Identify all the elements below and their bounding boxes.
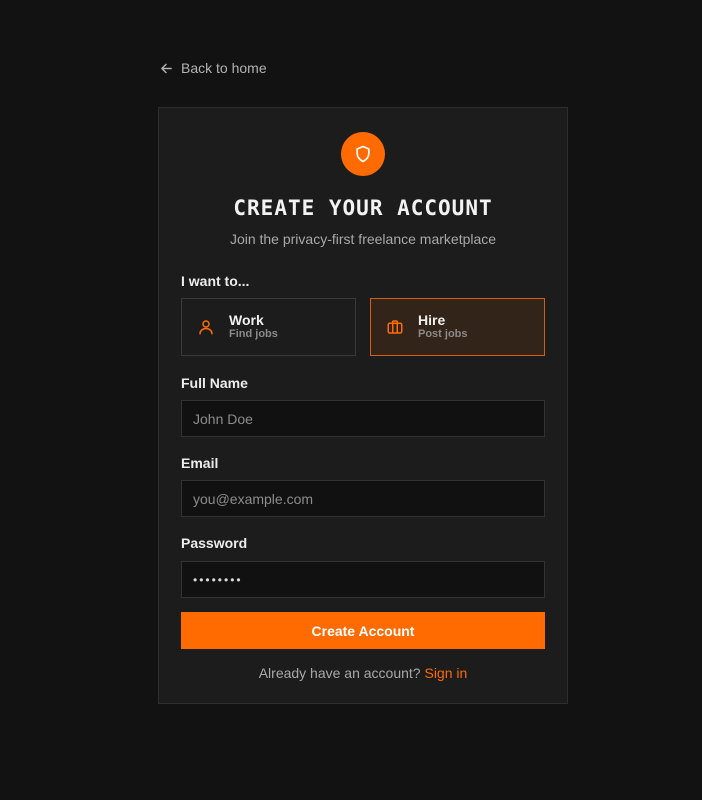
role-option-title: Hire (418, 312, 446, 328)
email-label: Email (181, 455, 219, 471)
arrow-left-icon (161, 63, 172, 73)
signup-card: CREATE YOUR ACCOUNT Join the privacy-fir… (158, 107, 568, 704)
briefcase-icon (387, 320, 403, 334)
role-option-subtitle: Post jobs (418, 328, 468, 340)
email-field[interactable] (181, 480, 545, 517)
role-option-subtitle: Find jobs (229, 328, 278, 340)
full-name-label: Full Name (181, 375, 248, 391)
page-title: CREATE YOUR ACCOUNT (233, 196, 493, 220)
create-account-button[interactable]: Create Account (181, 612, 545, 649)
logo-badge (341, 132, 385, 176)
role-label: I want to... (181, 273, 250, 289)
signin-prompt: Already have an account? Sign in (159, 665, 567, 681)
user-icon (199, 320, 213, 335)
role-option-title: Work (229, 312, 264, 328)
shield-icon (356, 145, 370, 163)
full-name-field[interactable] (181, 400, 545, 437)
password-field[interactable] (181, 561, 545, 598)
back-to-home-link[interactable]: Back to home (160, 60, 267, 76)
role-option-hire[interactable]: Hire Post jobs (370, 298, 545, 356)
signin-prompt-text: Already have an account? (258, 665, 421, 681)
role-option-work[interactable]: Work Find jobs (181, 298, 356, 356)
page-subtitle: Join the privacy-first freelance marketp… (229, 231, 497, 247)
password-label: Password (181, 535, 248, 551)
signin-link[interactable]: Sign in (424, 665, 467, 681)
back-to-home-label: Back to home (181, 60, 267, 76)
